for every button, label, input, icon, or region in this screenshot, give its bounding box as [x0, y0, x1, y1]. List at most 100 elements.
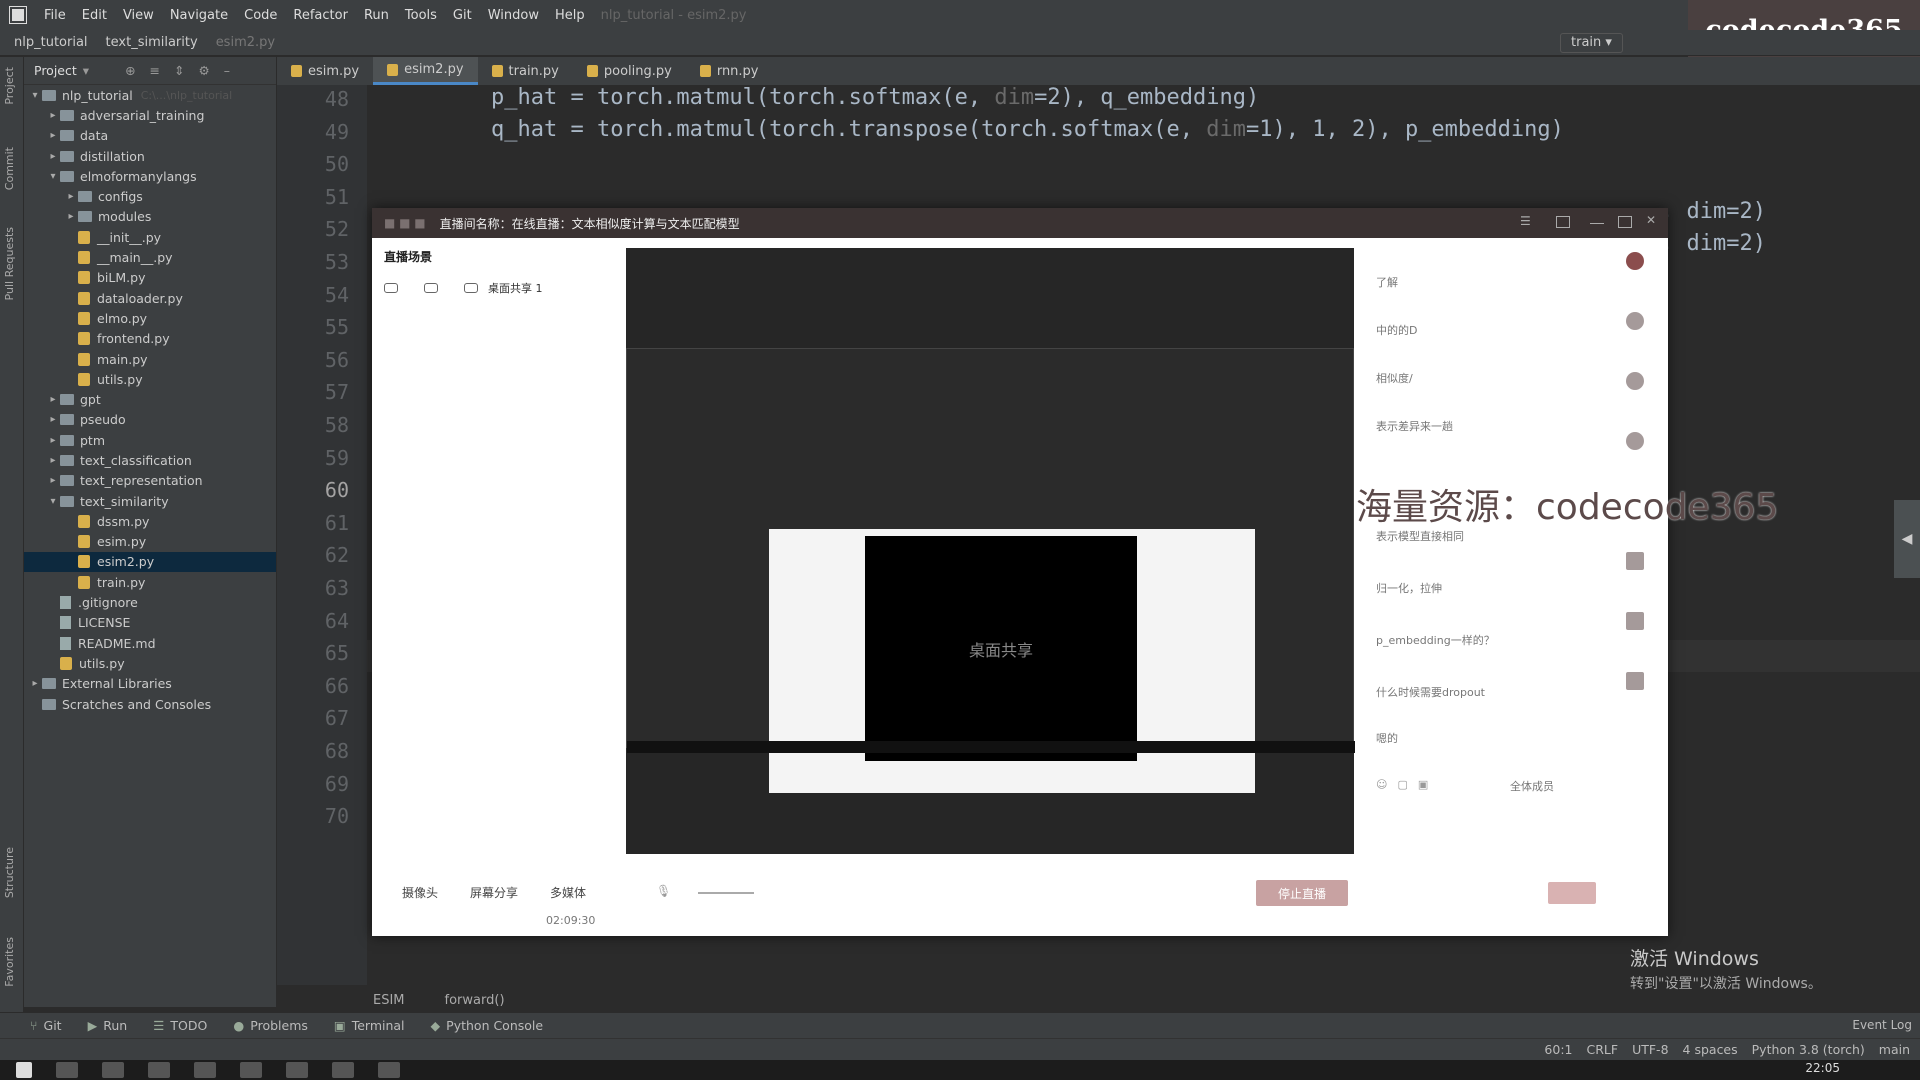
chevron-down-icon[interactable]: ▾: [46, 496, 60, 507]
volume-slider[interactable]: [698, 892, 754, 894]
tree-item[interactable]: esim2.py: [24, 551, 276, 573]
chevron-down-icon[interactable]: ▾: [83, 63, 89, 78]
line-separator[interactable]: CRLF: [1573, 1042, 1619, 1057]
event-log-button[interactable]: Event Log: [1852, 1018, 1912, 1032]
python-console-button[interactable]: ◆ Python Console: [431, 1018, 570, 1033]
chevron-right-icon[interactable]: ▸: [28, 678, 42, 689]
tree-item[interactable]: Scratches and Consoles: [24, 694, 276, 714]
chevron-right-icon[interactable]: ▸: [46, 455, 60, 466]
tree-item[interactable]: .gitignore: [24, 592, 276, 612]
taskbar-app-icon[interactable]: [240, 1062, 262, 1078]
menu-window[interactable]: Window: [480, 8, 547, 23]
stats-icon[interactable]: [1626, 672, 1644, 690]
screen-share-button[interactable]: 屏幕分享: [470, 884, 518, 901]
tree-item[interactable]: __main__.py: [24, 247, 276, 267]
chat-target-select[interactable]: 全体成员: [1510, 778, 1554, 794]
notes-icon[interactable]: [1626, 612, 1644, 630]
eye-icon[interactable]: [384, 283, 398, 293]
tree-item[interactable]: main.py: [24, 349, 276, 369]
pull-requests-tool-tab[interactable]: Pull Requests: [3, 227, 16, 300]
chat-tools-icons[interactable]: ☺▢▣: [1376, 778, 1438, 791]
pip-icon[interactable]: [1556, 216, 1570, 228]
maximize-icon[interactable]: [1618, 216, 1632, 228]
run-tool-button[interactable]: ▶ Run: [88, 1018, 154, 1033]
menu-edit[interactable]: Edit: [74, 8, 115, 23]
favorites-tool-tab[interactable]: Favorites: [3, 937, 16, 987]
camera-button[interactable]: 摄像头: [402, 884, 438, 901]
menu-view[interactable]: View: [115, 8, 162, 23]
right-edge-toggle[interactable]: ◀: [1894, 500, 1920, 578]
quiz-icon[interactable]: [1626, 552, 1644, 570]
scene-item[interactable]: 桌面共享 1: [384, 280, 543, 296]
nav-file[interactable]: esim2.py: [216, 35, 293, 50]
tree-item[interactable]: ▸ gpt: [24, 389, 276, 409]
taskbar-app-icon[interactable]: [332, 1062, 354, 1078]
minimize-icon[interactable]: [1590, 216, 1604, 224]
commit-tool-tab[interactable]: Commit: [3, 147, 16, 190]
tree-item[interactable]: LICENSE: [24, 613, 276, 633]
run-config-select[interactable]: train ▾: [1560, 33, 1623, 53]
git-tool-button[interactable]: ⑂ Git: [30, 1018, 88, 1033]
code-line-48[interactable]: p_hat = torch.matmul(torch.softmax(e, di…: [491, 85, 1259, 110]
taskbar-clock[interactable]: 22:05: [1805, 1061, 1840, 1075]
editor-tab[interactable]: esim2.py: [373, 57, 478, 85]
menu-icon[interactable]: ☰: [1520, 214, 1534, 228]
tree-item[interactable]: utils.py: [24, 369, 276, 389]
file-encoding[interactable]: UTF-8: [1618, 1042, 1668, 1057]
editor-tab[interactable]: train.py: [478, 57, 573, 85]
tree-item[interactable]: ▾ elmoformanylangs: [24, 166, 276, 186]
menu-tools[interactable]: Tools: [397, 8, 445, 23]
tree-item[interactable]: ▸ External Libraries: [24, 674, 276, 694]
tree-item[interactable]: train.py: [24, 572, 276, 592]
chevron-right-icon[interactable]: ▸: [46, 435, 60, 446]
todo-tool-button[interactable]: ☰ TODO: [153, 1018, 233, 1033]
code-line-49[interactable]: q_hat = torch.matmul(torch.transpose(tor…: [491, 117, 1564, 142]
interpreter[interactable]: Python 3.8 (torch): [1738, 1042, 1865, 1057]
chevron-right-icon[interactable]: ▸: [46, 394, 60, 405]
editor-tab[interactable]: rnn.py: [686, 57, 773, 85]
tree-item[interactable]: ▾ text_similarity: [24, 491, 276, 511]
structure-tool-tab[interactable]: Structure: [3, 847, 16, 898]
taskbar-app-icon[interactable]: [378, 1062, 400, 1078]
chevron-right-icon[interactable]: ▸: [64, 211, 78, 222]
indent-setting[interactable]: 4 spaces: [1669, 1042, 1738, 1057]
taskbar-app-icon[interactable]: [286, 1062, 308, 1078]
tree-item[interactable]: dataloader.py: [24, 288, 276, 308]
tree-item[interactable]: ▸ text_classification: [24, 450, 276, 470]
chevron-right-icon[interactable]: ▸: [46, 130, 60, 141]
menu-help[interactable]: Help: [547, 8, 593, 23]
menu-file[interactable]: File: [36, 8, 74, 23]
checkin-icon[interactable]: [1626, 252, 1644, 270]
tree-item[interactable]: ▸ data: [24, 126, 276, 146]
taskbar-app-icon[interactable]: [194, 1062, 216, 1078]
breadcrumb-class[interactable]: ESIM: [373, 993, 445, 1008]
project-tool-tab[interactable]: Project: [3, 67, 16, 105]
nav-project[interactable]: nlp_tutorial: [14, 35, 106, 50]
tree-item[interactable]: ▸ pseudo: [24, 410, 276, 430]
tree-root[interactable]: ▾ nlp_tutorial C:\...\nlp_tutorial: [24, 85, 276, 105]
send-button[interactable]: [1548, 882, 1596, 904]
tree-item[interactable]: elmo.py: [24, 308, 276, 328]
tree-item[interactable]: ▸ configs: [24, 186, 276, 206]
tree-item[interactable]: README.md: [24, 633, 276, 653]
git-branch[interactable]: main: [1865, 1042, 1910, 1057]
user-icon[interactable]: [1626, 372, 1644, 390]
stop-live-button[interactable]: 停止直播: [1256, 880, 1348, 906]
tree-item[interactable]: ▸ text_representation: [24, 471, 276, 491]
nav-folder[interactable]: text_similarity: [106, 35, 216, 50]
chevron-right-icon[interactable]: ▸: [64, 191, 78, 202]
tree-item[interactable]: __init__.py: [24, 227, 276, 247]
chevron-down-icon[interactable]: ▾: [46, 171, 60, 182]
tree-item[interactable]: frontend.py: [24, 329, 276, 349]
panel-actions-icons[interactable]: ⊕≡⇕⚙–: [125, 63, 244, 78]
caret-position[interactable]: 60:1: [1530, 1042, 1572, 1057]
menu-refactor[interactable]: Refactor: [285, 8, 356, 23]
chevron-right-icon[interactable]: ▸: [46, 151, 60, 162]
chevron-right-icon[interactable]: ▸: [46, 414, 60, 425]
menu-navigate[interactable]: Navigate: [162, 8, 236, 23]
chevron-right-icon[interactable]: ▸: [46, 475, 60, 486]
tree-item[interactable]: dssm.py: [24, 511, 276, 531]
menu-git[interactable]: Git: [445, 8, 480, 23]
tree-item[interactable]: esim.py: [24, 532, 276, 552]
editor-tab[interactable]: esim.py: [277, 57, 373, 85]
